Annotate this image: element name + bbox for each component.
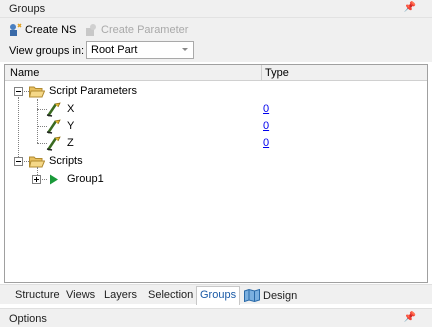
tree-node-scripts[interactable]: Scripts <box>5 153 427 170</box>
create-ns-button[interactable]: Create NS <box>8 21 76 38</box>
parameter-icon <box>46 136 61 151</box>
tree-node-param-y[interactable]: Y 0 <box>5 118 427 135</box>
groups-panel-header: Groups 📌 <box>0 0 432 18</box>
tree-node-label: Group1 <box>67 173 104 185</box>
collapse-icon[interactable] <box>14 87 23 96</box>
column-separator[interactable] <box>261 65 262 81</box>
tree-node-group1[interactable]: Group1 <box>5 167 427 188</box>
design-map-icon <box>244 289 260 302</box>
groups-toolbar: Create NS Create Parameter <box>0 18 432 40</box>
create-parameter-icon <box>86 23 96 36</box>
type-link[interactable]: 0 <box>263 137 269 149</box>
create-ns-icon <box>10 22 22 36</box>
view-groups-label: View groups in: <box>9 45 85 57</box>
tab-selection[interactable]: Selection <box>145 287 196 304</box>
tree-node-label: Scripts <box>49 155 83 167</box>
panel-title: Groups <box>9 3 46 15</box>
chevron-down-icon <box>182 48 188 51</box>
tree-line <box>18 97 19 157</box>
column-type[interactable]: Type <box>265 67 289 79</box>
options-panel-header: Options 📌 <box>0 308 432 327</box>
tree-node-label: Script Parameters <box>49 85 138 97</box>
tree-node-param-x[interactable]: X 0 <box>5 101 427 118</box>
tab-structure[interactable]: Structure <box>12 287 63 304</box>
collapse-icon[interactable] <box>14 157 23 166</box>
expand-icon[interactable] <box>32 175 41 184</box>
tab-design[interactable]: Design <box>241 287 300 304</box>
tree-node-script-parameters[interactable]: Script Parameters <box>5 83 427 100</box>
tree-line <box>42 179 47 180</box>
tab-groups[interactable]: Groups <box>196 286 241 305</box>
pin-icon[interactable]: 📌 <box>404 2 416 13</box>
panel-tab-bar: Structure Views Layers Selection Groups … <box>0 284 432 305</box>
options-title: Options <box>9 313 47 325</box>
view-groups-selected: Root Part <box>91 44 138 56</box>
parameter-icon <box>46 102 61 117</box>
tab-design-label: Design <box>263 289 298 302</box>
groups-tree: Name Type Script Parameters X 0 Y 0 Z 0 … <box>4 64 428 283</box>
tree-node-label: Y <box>67 120 75 132</box>
type-link[interactable]: 0 <box>263 103 269 115</box>
column-name[interactable]: Name <box>10 67 39 79</box>
pin-icon[interactable]: 📌 <box>404 312 416 323</box>
parameter-icon <box>46 119 61 134</box>
tab-layers[interactable]: Layers <box>101 287 140 304</box>
tab-views[interactable]: Views <box>63 287 98 304</box>
create-parameter-label: Create Parameter <box>101 23 189 36</box>
view-groups-row: View groups in: Root Part <box>0 40 432 62</box>
view-groups-select[interactable]: Root Part <box>86 41 194 59</box>
tree-node-param-z[interactable]: Z 0 <box>5 135 427 152</box>
type-link[interactable]: 0 <box>263 120 269 132</box>
play-icon <box>50 174 58 185</box>
tree-node-label: Z <box>67 137 74 149</box>
tree-column-header: Name Type <box>5 65 427 81</box>
tree-node-label: X <box>67 103 75 115</box>
create-parameter-button[interactable]: Create Parameter <box>84 21 188 38</box>
create-ns-label: Create NS <box>25 23 77 36</box>
folder-icon <box>29 86 45 98</box>
